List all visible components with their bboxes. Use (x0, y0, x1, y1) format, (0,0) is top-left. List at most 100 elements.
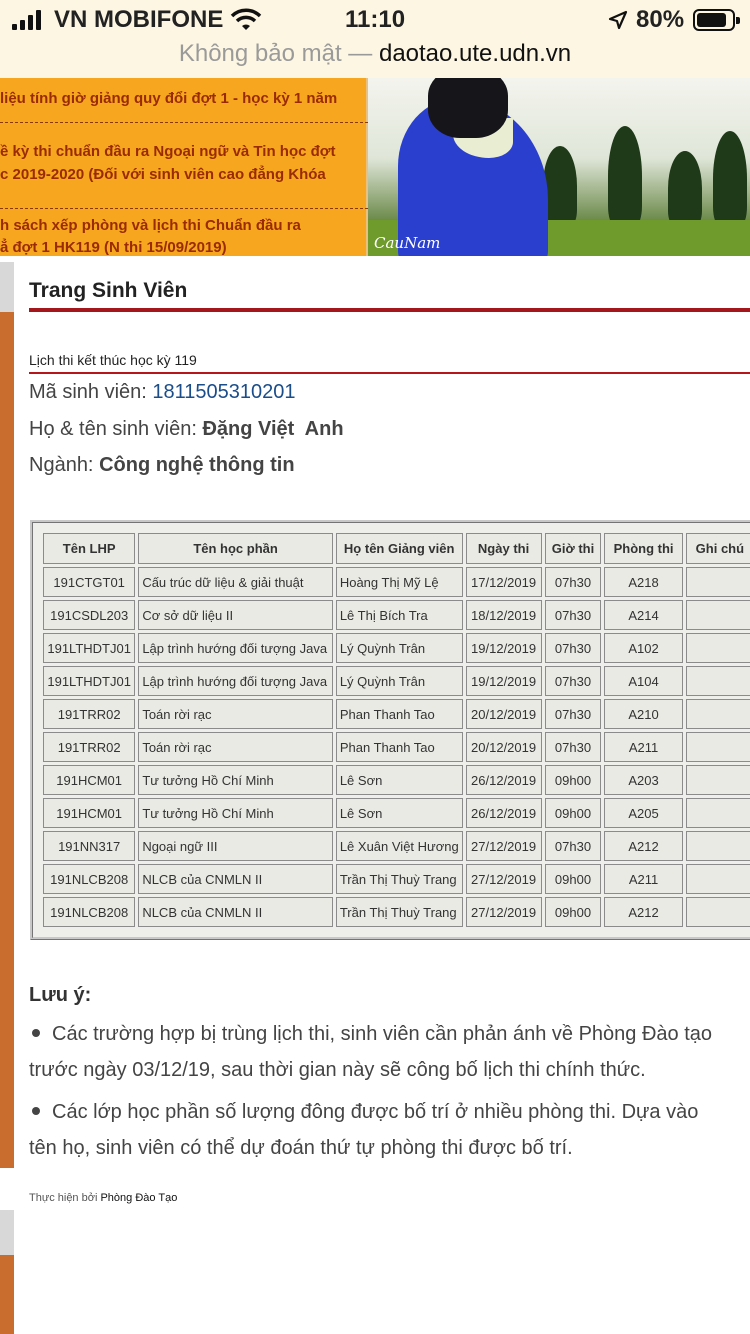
news-ticker: liệu tính giờ giảng quy đổi đợt 1 - học … (0, 78, 368, 256)
cell-exam-room: A205 (604, 798, 683, 828)
major-value: Công nghệ thông tin (99, 454, 295, 476)
cell-course-name: Tư tưởng Hồ Chí Minh (138, 765, 333, 795)
cell-course-name: Cơ sở dữ liệu II (138, 600, 333, 630)
side-strip-gap (0, 1168, 14, 1210)
news-item[interactable]: h sách xếp phòng và lịch thi Chuẩn đầu r… (0, 214, 368, 238)
cell-course-code: 191TRR02 (43, 699, 136, 729)
title-divider (29, 308, 750, 312)
cell-exam-date: 26/12/2019 (465, 798, 542, 828)
url-host: daotao.ute.udn.vn (378, 40, 572, 67)
photo-signature: CauNam (374, 234, 441, 252)
cell-course-name: Toán rời rạc (138, 699, 333, 729)
table-row: 191NLCB208 NLCB của CNMLN II Trần Thị Thuỳ… (43, 897, 750, 927)
cell-exam-date: 27/12/2019 (465, 897, 542, 927)
cell-exam-time: 07h30 (544, 633, 602, 663)
student-id-value[interactable]: 1811505310201 (152, 381, 295, 403)
table-row: 191LTHDTJ01 Lập trình hướng đối tượng Jav… (43, 666, 750, 696)
header-exam-date: Ngày thi (465, 533, 542, 564)
cell-lecturer: Phan Thanh Tao (335, 699, 463, 729)
cell-exam-date: 19/12/2019 (465, 666, 542, 696)
clock: 11:10 (345, 6, 406, 33)
cell-exam-time: 07h30 (544, 732, 602, 762)
student-id-label: Mã sinh viên: (29, 381, 147, 403)
table-row: 191CSDL203 Cơ sở dữ liệu II Lê Thị Bích Tr… (43, 600, 750, 630)
news-item[interactable]: liệu tính giờ giảng quy đổi đợt 1 - học … (0, 87, 368, 111)
footer: Thực hiện bởi Phòng Đào Tạo (29, 1192, 177, 1204)
cell-notes (685, 831, 750, 861)
notes-heading: Lưu ý: (29, 984, 92, 1006)
header-exam-room: Phòng thi (604, 533, 683, 564)
cell-exam-date: 27/12/2019 (465, 831, 542, 861)
table-row: 191NN317 Ngoại ngữ III Lê Xuân Việt Hương 2… (43, 831, 750, 861)
cell-lecturer: Lê Thị Bích Tra (335, 600, 463, 630)
student-name-label: Họ & tên sinh viên: (29, 418, 197, 440)
cell-exam-room: A210 (604, 699, 683, 729)
note-item: Các lớp học phần số lượng đông được bố t… (29, 1094, 750, 1166)
cell-notes (685, 600, 750, 630)
location-arrow-icon (608, 10, 628, 30)
table-row: 191CTGT01 Cấu trúc dữ liệu & giải thuật Ho… (43, 567, 750, 597)
header-notes: Ghi chú (685, 533, 750, 564)
cell-course-code: 191CSDL203 (43, 600, 136, 630)
cell-course-name: NLCB của CNMLN II (138, 897, 333, 927)
wifi-icon (230, 8, 262, 30)
cell-notes (685, 567, 750, 597)
page-title: Trang Sinh Viên (29, 279, 188, 302)
cell-exam-date: 17/12/2019 (465, 567, 542, 597)
cell-exam-date: 19/12/2019 (465, 633, 542, 663)
cell-notes (685, 897, 750, 927)
cell-course-code: 191CTGT01 (43, 567, 136, 597)
cell-exam-date: 20/12/2019 (465, 732, 542, 762)
note-item: Các trường hợp bị trùng lịch thi, sinh v… (29, 1016, 750, 1088)
student-name-row: Họ & tên sinh viên: Đặng Việt Anh (29, 418, 344, 441)
cell-exam-room: A212 (604, 831, 683, 861)
cell-exam-room: A211 (604, 864, 683, 894)
news-item[interactable]: ẳ đợt 1 HK119 (N thi 15/09/2019) (0, 236, 368, 256)
cell-notes (685, 666, 750, 696)
news-item[interactable]: c 2019-2020 (Đối với sinh viên cao đẳng … (0, 163, 368, 187)
cell-exam-time: 09h00 (544, 798, 602, 828)
header-course-name: Tên học phần (138, 533, 333, 564)
cell-course-name: Tư tưởng Hồ Chí Minh (138, 798, 333, 828)
cell-exam-time: 07h30 (544, 567, 602, 597)
table-row: 191TRR02 Toán rời rạc Phan Thanh Tao 20/12/… (43, 732, 750, 762)
side-strip-gap (0, 262, 14, 312)
header-exam-time: Giờ thi (544, 533, 602, 564)
cell-lecturer: Trần Thị Thuỳ Trang (335, 864, 463, 894)
cell-lecturer: Lê Sơn (335, 798, 463, 828)
cell-course-code: 191NLCB208 (43, 864, 136, 894)
cell-course-name: Cấu trúc dữ liệu & giải thuật (138, 567, 333, 597)
cell-exam-room: A104 (604, 666, 683, 696)
cell-course-name: Lập trình hướng đối tượng Java (138, 633, 333, 663)
cell-notes (685, 864, 750, 894)
graduation-photo: CauNam (368, 78, 750, 256)
cell-lecturer: Trần Thị Thuỳ Trang (335, 897, 463, 927)
url-bar[interactable]: Không bảo mật — daotao.ute.udn.vn (0, 40, 750, 68)
cell-exam-date: 20/12/2019 (465, 699, 542, 729)
cell-exam-time: 09h00 (544, 864, 602, 894)
cell-lecturer: Lê Sơn (335, 765, 463, 795)
cell-notes (685, 798, 750, 828)
cell-course-code: 191LTHDTJ01 (43, 633, 136, 663)
cell-exam-date: 18/12/2019 (465, 600, 542, 630)
cell-exam-time: 07h30 (544, 600, 602, 630)
exam-schedule-table: Tên LHP Tên học phần Họ tên Giảng viên N… (40, 530, 750, 930)
news-item[interactable]: ề kỳ thi chuẩn đầu ra Ngoại ngữ và Tin h… (0, 140, 368, 164)
table-row: 191NLCB208 NLCB của CNMLN II Trần Thị Thuỳ… (43, 864, 750, 894)
cell-exam-room: A102 (604, 633, 683, 663)
major-row: Ngành: Công nghệ thông tin (29, 454, 295, 477)
exam-schedule-table-frame: Tên LHP Tên học phần Họ tên Giảng viên N… (30, 520, 750, 940)
table-row: 191HCM01 Tư tưởng Hồ Chí Minh Lê Sơn 26/12/… (43, 765, 750, 795)
cell-course-code: 191LTHDTJ01 (43, 666, 136, 696)
cell-notes (685, 765, 750, 795)
cell-lecturer: Lê Xuân Việt Hương (335, 831, 463, 861)
cell-course-code: 191NN317 (43, 831, 136, 861)
cell-exam-room: A211 (604, 732, 683, 762)
cell-exam-time: 09h00 (544, 897, 602, 927)
table-row: 191TRR02 Toán rời rạc Phan Thanh Tao 20/12/… (43, 699, 750, 729)
note-line: trước ngày 03/12/19, sau thời gian này s… (29, 1059, 646, 1081)
cell-exam-room: A218 (604, 567, 683, 597)
cell-lecturer: Lý Quỳnh Trân (335, 666, 463, 696)
bullet-icon (32, 1029, 40, 1038)
footer-prefix: Thực hiện bởi (29, 1192, 98, 1204)
